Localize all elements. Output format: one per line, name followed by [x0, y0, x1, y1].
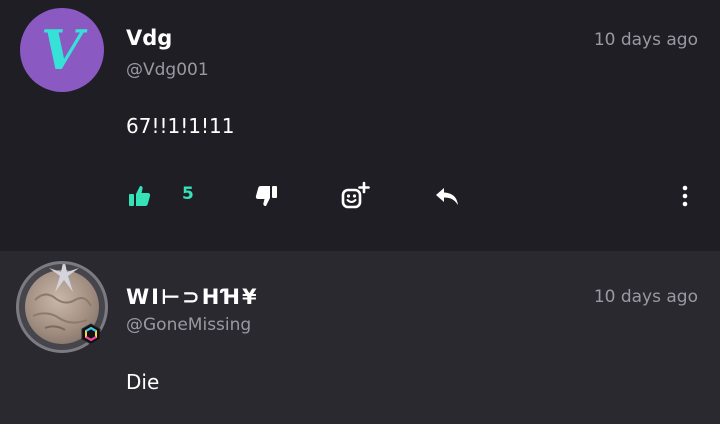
reply-icon — [436, 188, 458, 205]
post-content: 67!!1!1!11 — [126, 114, 235, 138]
reply-button[interactable] — [434, 182, 460, 210]
like-count: 5 — [182, 184, 194, 204]
user-handle[interactable]: @Vdg001 — [126, 60, 209, 80]
display-name[interactable]: Vdg — [126, 26, 172, 50]
dislike-button[interactable] — [254, 182, 278, 210]
post-card: WI⊢⊃HꞪ¥ @GoneMissing 10 days ago Die — [0, 251, 720, 424]
more-options-button[interactable] — [678, 182, 692, 210]
more-vertical-icon — [682, 185, 688, 207]
timestamp: 10 days ago — [593, 30, 698, 50]
spike-decoration-icon — [49, 264, 79, 292]
timestamp: 10 days ago — [593, 287, 698, 307]
user-handle[interactable]: @GoneMissing — [126, 315, 251, 335]
add-reaction-button[interactable] — [340, 181, 370, 210]
thumbs-up-icon — [129, 186, 151, 206]
post-content: Die — [126, 370, 160, 394]
display-name[interactable]: WI⊢⊃HꞪ¥ — [126, 285, 259, 309]
add-emoji-icon — [341, 181, 370, 209]
post-card: V Vdg @Vdg001 10 days ago 67!!1!1!11 5 — [0, 0, 720, 251]
thumbs-down-icon — [255, 186, 277, 206]
avatar[interactable]: V — [20, 8, 104, 92]
avatar-letter: V — [41, 18, 83, 82]
like-button[interactable] — [128, 182, 152, 210]
hexagon-badge-icon — [81, 323, 101, 345]
